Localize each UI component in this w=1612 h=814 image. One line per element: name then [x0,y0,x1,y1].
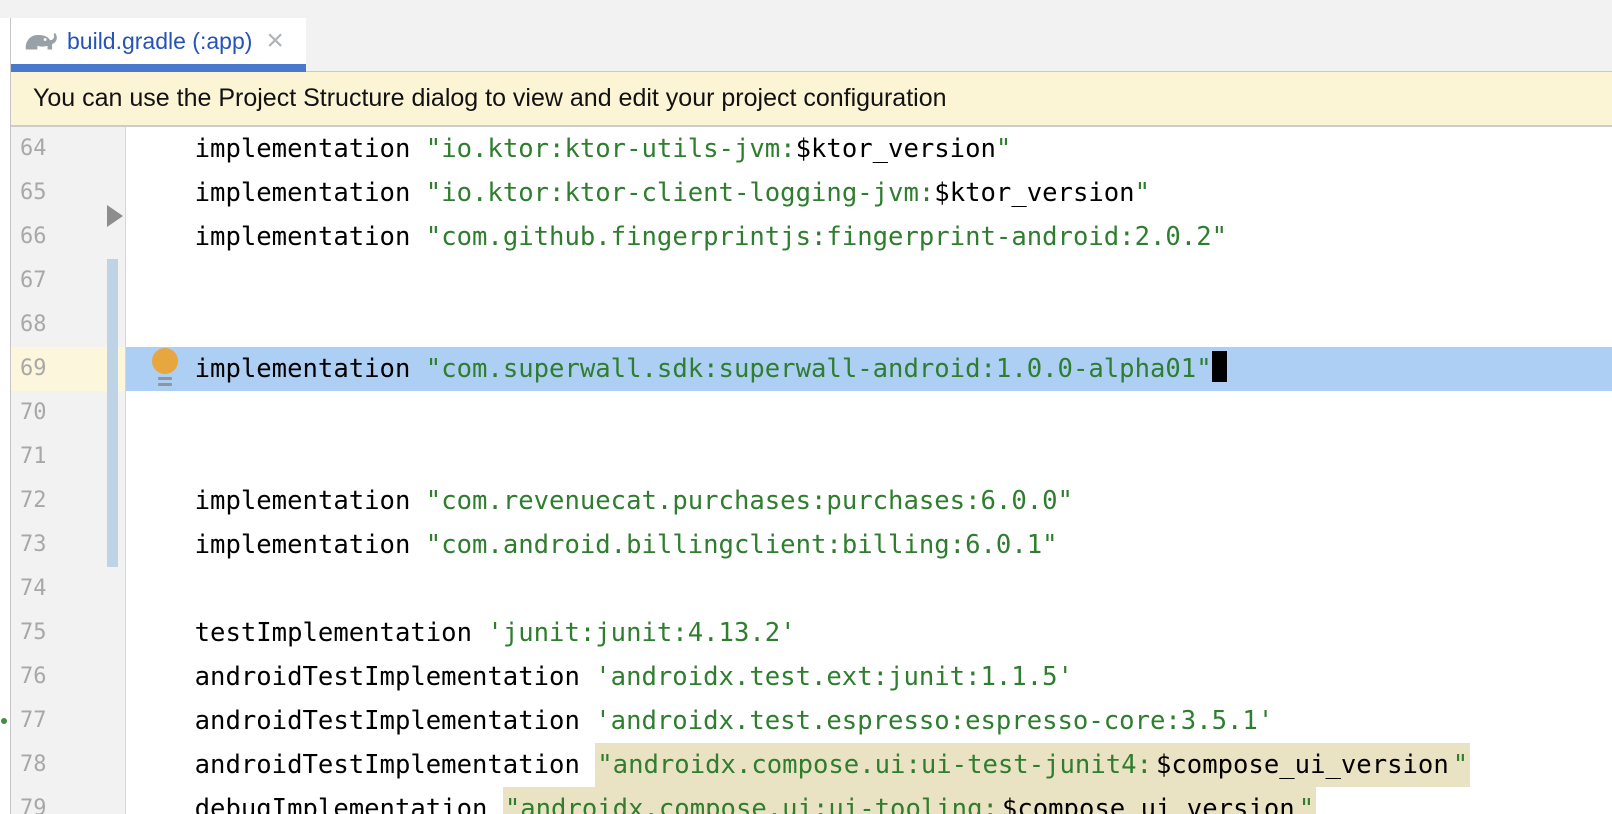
line-number[interactable]: 76 [11,655,126,699]
line-number[interactable]: 75 [11,611,126,655]
code-token: "com.revenuecat.purchases:purchases:6.0.… [426,486,1073,516]
line-number[interactable]: 74 [11,567,126,611]
highlighted-token: "androidx.compose.ui:ui-test-junit4: [595,743,1154,787]
code-text[interactable] [126,567,1612,611]
code-line-75[interactable]: 75 testImplementation 'junit:junit:4.13.… [11,611,1612,655]
code-token: " [996,134,1011,164]
line-number[interactable]: 64 [11,127,126,171]
line-number[interactable]: 67 [11,259,126,303]
vcs-change-bar [107,347,118,391]
code-line-66[interactable]: 66 implementation "com.github.fingerprin… [11,215,1612,259]
highlighted-token: "androidx.compose.ui:ui-tooling: [503,787,1000,814]
vcs-change-bar [107,391,118,435]
code-line-79[interactable]: 79 debugImplementation "androidx.compose… [11,787,1612,814]
gradle-elephant-icon [23,28,57,54]
code-line-70[interactable]: 70 [11,391,1612,435]
vcs-change-bar [107,479,118,523]
code-text[interactable]: implementation "com.superwall.sdk:superw… [126,347,1612,391]
tab-title: build.gradle (:app) [67,28,252,55]
highlighted-token: $compose_ui_version [1000,787,1297,814]
code-token: "io.ktor:ktor-utils-jvm: [426,134,796,164]
code-line-74[interactable]: 74 [11,567,1612,611]
code-line-65[interactable]: 65 implementation "io.ktor:ktor-client-l… [11,171,1612,215]
code-token: " [1135,178,1150,208]
code-text[interactable]: testImplementation 'junit:junit:4.13.2' [126,611,1612,655]
code-token: debugImplementation [133,794,503,814]
code-line-77[interactable]: 77 androidTestImplementation 'androidx.t… [11,699,1612,743]
vcs-change-bar [107,435,118,479]
code-text[interactable]: implementation "com.github.fingerprintjs… [126,215,1612,259]
active-tab-indicator [11,64,306,72]
code-token: implementation [133,222,426,252]
code-token: 'androidx.test.espresso:espresso-core:3.… [595,706,1273,736]
code-token: "io.ktor:ktor-client-logging-jvm: [426,178,935,208]
code-token: 'junit:junit:4.13.2' [487,618,795,648]
line-number[interactable]: 69 [11,347,126,391]
gutter-arrow-icon [107,205,123,227]
code-text[interactable]: debugImplementation "androidx.compose.ui… [126,787,1612,814]
line-number[interactable]: 77 [11,699,126,743]
line-number[interactable]: 71 [11,435,126,479]
vcs-change-bar [107,523,118,567]
code-line-64[interactable]: 64 implementation "io.ktor:ktor-utils-jv… [11,127,1612,171]
code-token: implementation [133,530,426,560]
code-text[interactable]: implementation "com.android.billingclien… [126,523,1612,567]
code-token: "com.github.fingerprintjs:fingerprint-an… [426,222,1227,252]
code-token: implementation [133,486,426,516]
code-token: androidTestImplementation [133,662,595,692]
tab-build-gradle[interactable]: build.gradle (:app) × [11,18,306,64]
highlighted-token: $compose_ui_version [1154,743,1451,787]
code-text[interactable]: androidTestImplementation 'androidx.test… [126,655,1612,699]
text-caret [1212,351,1227,382]
editor-tab-bar: build.gradle (:app) × [11,18,1612,72]
banner-text: You can use the Project Structure dialog… [33,84,947,113]
code-text[interactable]: implementation "com.revenuecat.purchases… [126,479,1612,523]
vcs-change-dot [1,718,7,724]
line-number[interactable]: 72 [11,479,126,523]
code-token: $ktor_version [796,134,996,164]
close-tab-icon[interactable]: × [266,28,284,54]
code-token: testImplementation [133,618,487,648]
code-line-78[interactable]: 78 androidTestImplementation "androidx.c… [11,743,1612,787]
editor-left-margin [0,18,11,814]
line-number[interactable]: 73 [11,523,126,567]
notification-banner: You can use the Project Structure dialog… [11,72,1612,127]
code-text[interactable] [126,303,1612,347]
highlighted-token: " [1297,787,1316,814]
code-text[interactable]: androidTestImplementation 'androidx.test… [126,699,1612,743]
code-line-71[interactable]: 71 [11,435,1612,479]
code-text[interactable] [126,259,1612,303]
code-token: androidTestImplementation [133,750,595,780]
line-number[interactable]: 70 [11,391,126,435]
code-line-68[interactable]: 68 [11,303,1612,347]
code-line-76[interactable]: 76 androidTestImplementation 'androidx.t… [11,655,1612,699]
code-line-67[interactable]: 67 [11,259,1612,303]
code-text[interactable] [126,391,1612,435]
code-editor[interactable]: 64 implementation "io.ktor:ktor-utils-jv… [11,127,1612,814]
code-token: implementation [133,134,426,164]
highlighted-token: " [1451,743,1470,787]
code-line-73[interactable]: 73 implementation "com.android.billingcl… [11,523,1612,567]
code-text[interactable]: implementation "io.ktor:ktor-client-logg… [126,171,1612,215]
window-header-strip [0,0,1612,19]
code-token: implementation [133,178,426,208]
line-number[interactable]: 79 [11,787,126,814]
code-token: androidTestImplementation [133,706,595,736]
ide-window: build.gradle (:app) × You can use the Pr… [0,0,1612,814]
line-number[interactable]: 78 [11,743,126,787]
vcs-change-bar [107,303,118,347]
code-line-69[interactable]: 69 implementation "com.superwall.sdk:sup… [11,347,1612,391]
lightbulb-icon[interactable] [151,348,179,390]
code-token: $ktor_version [934,178,1134,208]
code-text[interactable]: androidTestImplementation "androidx.comp… [126,743,1612,787]
line-number[interactable]: 68 [11,303,126,347]
editor-lines: 64 implementation "io.ktor:ktor-utils-jv… [11,127,1612,814]
code-token: "com.superwall.sdk:superwall-android:1.0… [426,354,1212,384]
code-token: 'androidx.test.ext:junit:1.1.5' [595,662,1073,692]
code-text[interactable]: implementation "io.ktor:ktor-utils-jvm:$… [126,127,1612,171]
vcs-change-bar [107,259,118,303]
code-token: "com.android.billingclient:billing:6.0.1… [426,530,1058,560]
code-text[interactable] [126,435,1612,479]
code-line-72[interactable]: 72 implementation "com.revenuecat.purcha… [11,479,1612,523]
